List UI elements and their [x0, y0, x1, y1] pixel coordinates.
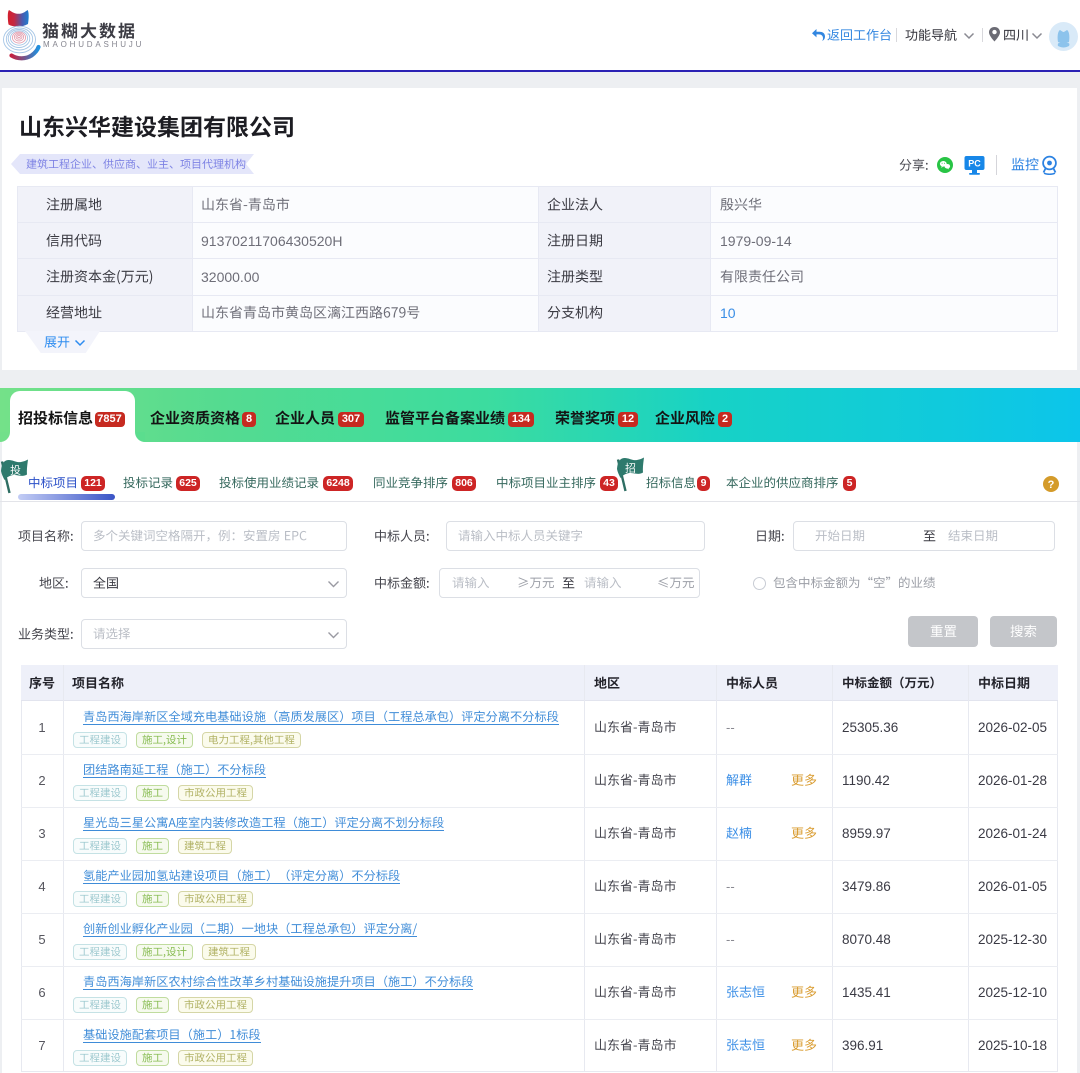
svg-text:PC: PC — [968, 159, 981, 169]
svg-text:?: ? — [1048, 479, 1055, 491]
